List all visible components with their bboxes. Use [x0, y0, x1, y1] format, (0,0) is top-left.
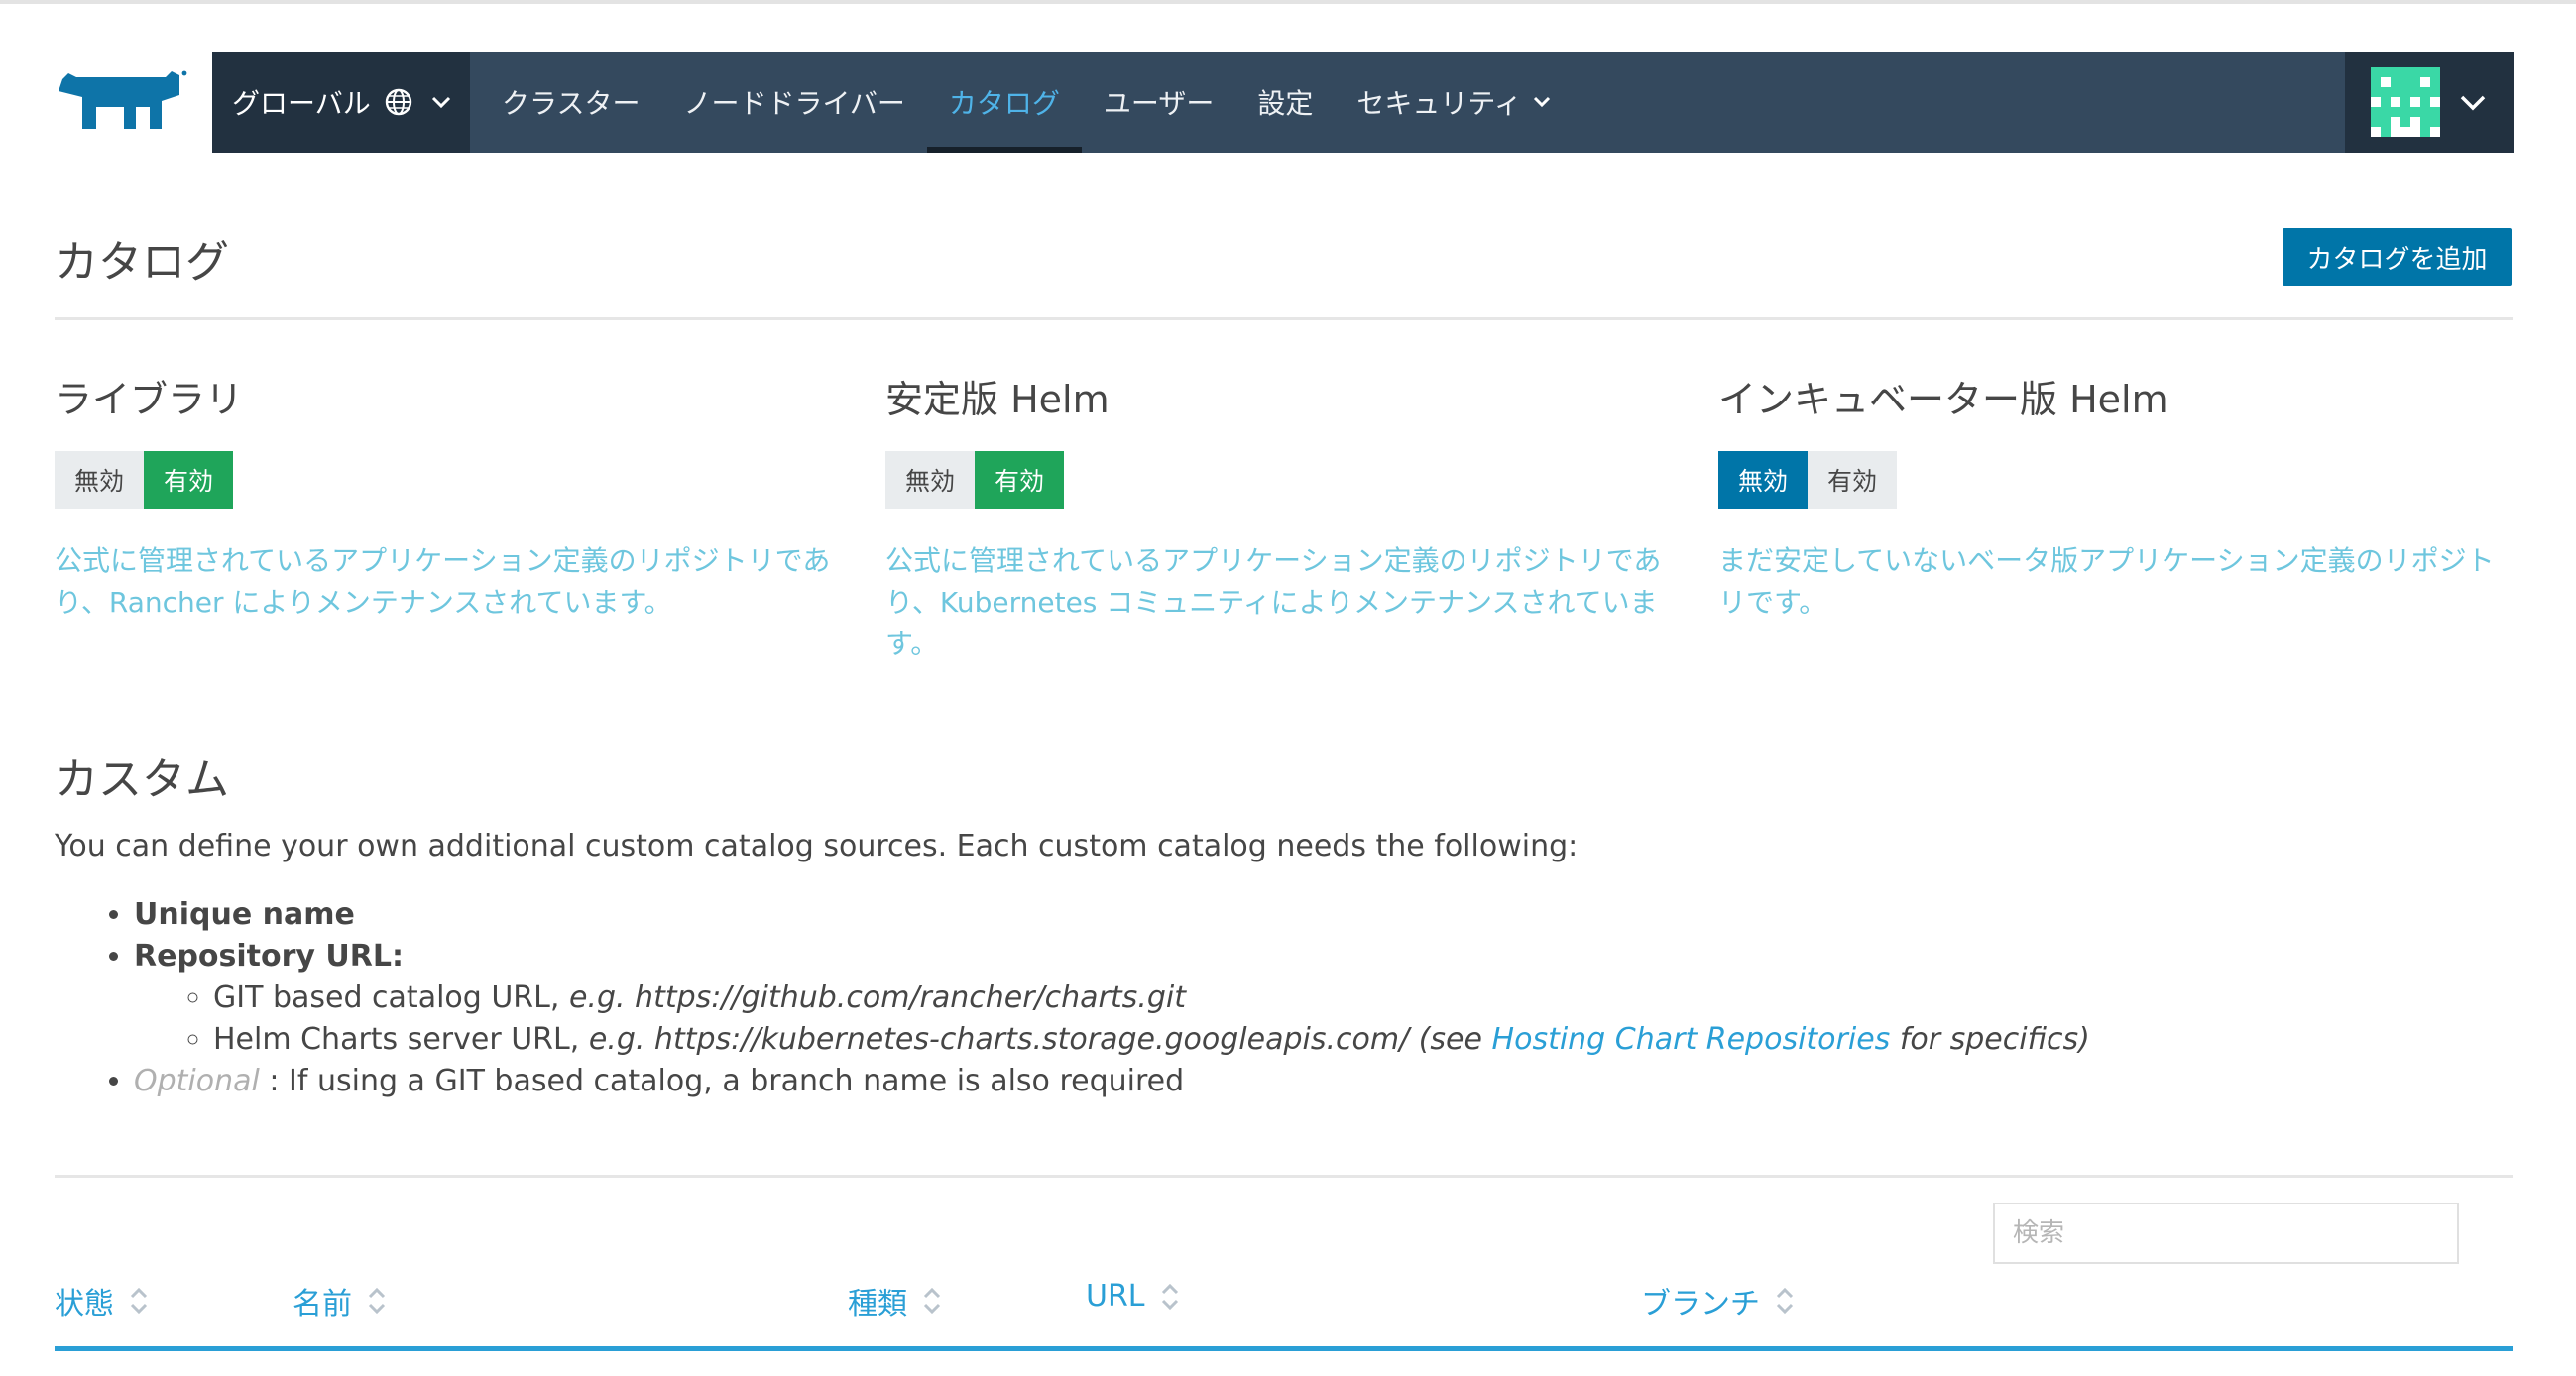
column-label: URL [1086, 1279, 1145, 1314]
nav-item-label: ユーザー [1103, 87, 1215, 120]
enable-button[interactable]: 有効 [975, 451, 1065, 509]
list-item: Helm Charts server URL, e.g. https://kub… [213, 1019, 2090, 1061]
search-input[interactable] [1993, 1203, 2459, 1264]
nav-item-security[interactable]: セキュリティ [1335, 52, 1573, 153]
nav-item-users[interactable]: ユーザー [1082, 52, 1235, 153]
disable-button[interactable]: 無効 [885, 451, 976, 509]
requirements-list: Unique name Repository URL: GIT based ca… [55, 894, 2090, 1102]
nav-item-clusters[interactable]: クラスター [480, 52, 661, 153]
custom-section-title: カスタム [55, 754, 229, 805]
chevron-down-icon [2460, 95, 2486, 111]
nav-item-label: クラスター [502, 87, 641, 120]
top-border [0, 0, 2576, 4]
add-catalog-button[interactable]: カタログを追加 [2283, 228, 2512, 286]
divider [55, 1175, 2513, 1178]
nav-item-label: セキュリティ [1356, 87, 1522, 120]
catalog-name: 安定版 Helm [885, 378, 1110, 421]
disable-button[interactable]: 無効 [1718, 451, 1809, 509]
hosting-chart-repos-link[interactable]: Hosting Chart Repositories [1492, 1022, 1891, 1057]
table-header: 状態 名前 種類 URL ブランチ [55, 1279, 2513, 1351]
divider [55, 317, 2513, 320]
global-scope-selector[interactable]: グローバル [212, 52, 470, 153]
global-label: グローバル [232, 87, 371, 120]
catalog-card-library: ライブラリ 無効 有効 公式に管理されているアプリケーション定義のリポジトリであ… [55, 369, 848, 624]
top-nav: グローバル クラスター ノードドライバー カタログ ユーザー 設定 セキュリティ [212, 52, 2514, 153]
page-title: カタログ [55, 237, 229, 287]
column-label: ブランチ [1641, 1287, 1760, 1321]
req-repo-url: Repository URL: [134, 939, 404, 974]
enable-toggle: 無効 有効 [1718, 451, 2512, 509]
disable-button[interactable]: 無効 [55, 451, 145, 509]
nav-item-settings[interactable]: 設定 [1235, 52, 1335, 153]
column-label: 種類 [848, 1287, 907, 1321]
sort-icon [923, 1287, 941, 1315]
column-label: 状態 [55, 1287, 114, 1321]
catalog-description: 公式に管理されているアプリケーション定義のリポジトリであり、Kubernetes… [885, 544, 1662, 660]
nav-item-node-drivers[interactable]: ノードドライバー [661, 52, 926, 153]
chevron-down-icon [431, 96, 450, 109]
list-item: Unique name [134, 894, 2090, 936]
custom-description: You can define your own additional custo… [55, 829, 1579, 863]
column-header-url[interactable]: URL [1086, 1279, 1181, 1314]
column-label: 名前 [293, 1287, 352, 1321]
column-header-branch[interactable]: ブランチ [1641, 1279, 1796, 1322]
enable-button[interactable]: 有効 [1808, 451, 1898, 509]
catalog-name: ライブラリ [55, 378, 244, 421]
enable-button[interactable]: 有効 [144, 451, 234, 509]
sort-icon [1161, 1283, 1178, 1310]
nav-item-label: カタログ [948, 87, 1060, 120]
avatar [2371, 67, 2440, 137]
nav-item-catalogs[interactable]: カタログ [926, 52, 1082, 153]
chevron-down-icon [1533, 96, 1550, 108]
enable-toggle: 無効 有効 [885, 451, 1679, 509]
sort-icon [368, 1287, 386, 1315]
column-header-kind[interactable]: 種類 [848, 1279, 943, 1322]
catalog-description: 公式に管理されているアプリケーション定義のリポジトリであり、Rancher によ… [55, 544, 831, 619]
helm-url-example: e.g. https://kubernetes-charts.storage.g… [588, 1022, 1482, 1057]
catalog-description: まだ安定していないベータ版アプリケーション定義のリポジトリです。 [1718, 544, 2495, 619]
list-item: Optional : If using a GIT based catalog,… [134, 1061, 2090, 1102]
nav-item-label: ノードドライバー [683, 87, 905, 120]
git-url-label: GIT based catalog URL, [213, 980, 560, 1015]
sort-icon [1776, 1287, 1794, 1315]
list-item: Repository URL: GIT based catalog URL, e… [134, 936, 2090, 1061]
req-unique-name: Unique name [134, 897, 355, 932]
nav-item-label: 設定 [1257, 87, 1314, 120]
optional-text: : If using a GIT based catalog, a branch… [269, 1064, 1185, 1098]
helm-url-label: Helm Charts server URL, [213, 1022, 580, 1057]
sort-icon [130, 1287, 148, 1315]
globe-icon [385, 88, 411, 116]
git-url-example: e.g. https://github.com/rancher/charts.g… [568, 980, 1186, 1015]
catalog-card-helm-stable: 安定版 Helm 無効 有効 公式に管理されているアプリケーション定義のリポジト… [885, 369, 1679, 665]
column-header-name[interactable]: 名前 [293, 1279, 388, 1322]
enable-toggle: 無効 有効 [55, 451, 848, 509]
catalog-card-helm-incubator: インキュベーター版 Helm 無効 有効 まだ安定していないベータ版アプリケーシ… [1718, 369, 2512, 624]
helm-url-suffix: for specifics) [1899, 1022, 2090, 1057]
user-menu[interactable] [2345, 52, 2514, 153]
column-header-state[interactable]: 状態 [55, 1279, 150, 1322]
optional-label: Optional [134, 1064, 260, 1098]
rancher-logo[interactable] [55, 67, 188, 135]
list-item: GIT based catalog URL, e.g. https://gith… [213, 977, 2090, 1019]
catalog-name: インキュベーター版 Helm [1718, 378, 2168, 421]
